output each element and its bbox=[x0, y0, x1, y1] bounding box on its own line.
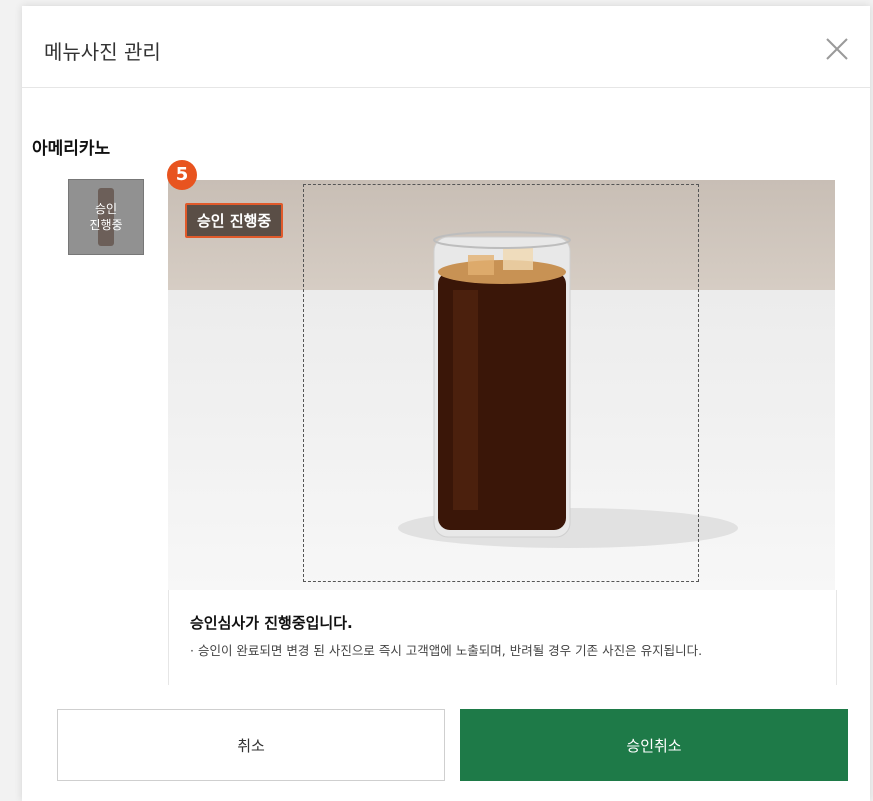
step-marker: 5 bbox=[167, 160, 197, 190]
thumbnail-status-line1: 승인 bbox=[94, 202, 118, 216]
status-badge: 승인 진행중 bbox=[185, 203, 284, 238]
menu-photo-modal: 메뉴사진 관리 아메리카노 승인 진행중 승인 진행중 5 승인심사가 진행중입… bbox=[22, 6, 870, 801]
notice-panel: 승인심사가 진행중입니다. · 승인이 완료되면 변경 된 사진으로 즉시 고객… bbox=[168, 590, 837, 685]
crop-guide[interactable] bbox=[303, 184, 699, 582]
thumbnail-status-overlay: 승인 진행중 bbox=[69, 180, 143, 254]
notice-text: · 승인이 완료되면 변경 된 사진으로 즉시 고객앱에 노출되며, 반려될 경… bbox=[190, 643, 703, 658]
modal-title: 메뉴사진 관리 bbox=[44, 40, 161, 64]
menu-photo bbox=[168, 180, 835, 590]
cancel-approval-button[interactable]: 승인취소 bbox=[460, 709, 848, 781]
menu-name: 아메리카노 bbox=[32, 139, 111, 159]
modal-header: 메뉴사진 관리 bbox=[22, 6, 870, 88]
thumbnail-status-line2: 진행중 bbox=[89, 218, 123, 232]
close-icon[interactable] bbox=[822, 34, 852, 64]
photo-thumbnail[interactable]: 승인 진행중 bbox=[68, 179, 144, 255]
cancel-button[interactable]: 취소 bbox=[57, 709, 445, 781]
notice-title: 승인심사가 진행중입니다. bbox=[190, 614, 353, 632]
